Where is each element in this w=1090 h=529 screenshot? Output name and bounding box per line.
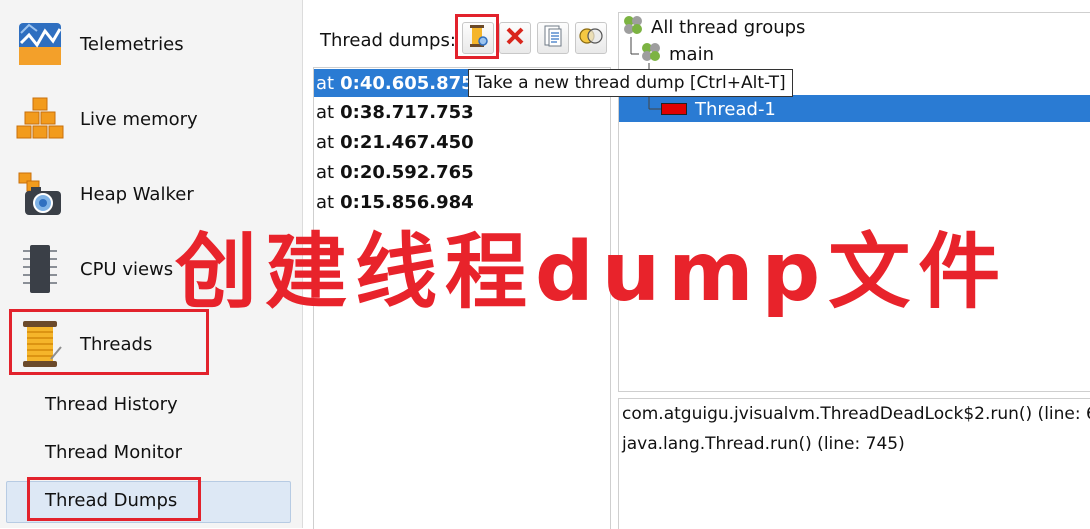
stack-trace-panel: com.atguigu.jvisualvm.ThreadDeadLock$2.r…: [618, 398, 1090, 529]
sidebar-item-cpu-views[interactable]: CPU views: [14, 239, 173, 299]
sidebar-item-label: Live memory: [80, 108, 198, 130]
new-dump-tooltip: Take a new thread dump [Ctrl+Alt-T]: [468, 69, 793, 97]
memory-blocks-icon: [14, 93, 66, 145]
sidebar-item-telemetries[interactable]: Telemetries: [14, 14, 184, 74]
list-item[interactable]: at 0:20.592.765: [314, 158, 474, 186]
close-icon: [504, 25, 526, 51]
export-dump-button[interactable]: [537, 22, 569, 54]
sidebar-item-label: Telemetries: [80, 33, 184, 55]
tree-node-thread-1[interactable]: Thread-1: [661, 96, 776, 122]
thread-dumps-highlight-box: [27, 477, 201, 521]
heap-camera-icon: [14, 168, 66, 220]
stack-frame[interactable]: com.atguigu.jvisualvm.ThreadDeadLock$2.r…: [622, 404, 1090, 424]
tree-node-all-thread-groups[interactable]: All thread groups: [621, 14, 805, 40]
list-item[interactable]: at 0:40.605.875: [314, 69, 474, 97]
new-dump-highlight-box: [455, 14, 499, 59]
thread-state-icon: [661, 103, 687, 115]
document-icon: [542, 24, 564, 52]
annotation-overlay-text: 创建线程dump文件: [175, 225, 1009, 320]
delete-dump-button[interactable]: [499, 22, 531, 54]
subitem-thread-history[interactable]: Thread History: [45, 394, 178, 415]
tree-node-main[interactable]: main: [639, 41, 714, 67]
sidebar-item-live-memory[interactable]: Live memory: [14, 89, 198, 149]
list-item[interactable]: at 0:21.467.450: [314, 128, 474, 156]
compare-circles-icon: [578, 25, 604, 51]
thread-group-icon: [639, 40, 663, 69]
stack-frame[interactable]: java.lang.Thread.run() (line: 745): [622, 434, 905, 454]
cpu-chip-icon: [14, 243, 66, 295]
subitem-thread-monitor[interactable]: Thread Monitor: [45, 442, 182, 463]
sidebar-item-label: CPU views: [80, 258, 174, 280]
thread-dumps-label: Thread dumps:: [320, 30, 456, 51]
list-item[interactable]: at 0:38.717.753: [314, 98, 474, 126]
thread-group-icon: [621, 13, 645, 42]
sidebar-item-heap-walker[interactable]: Heap Walker: [14, 164, 194, 224]
sidebar-item-label: Heap Walker: [80, 183, 194, 205]
compare-dumps-button[interactable]: [575, 22, 607, 54]
telemetry-chart-icon: [14, 18, 66, 70]
